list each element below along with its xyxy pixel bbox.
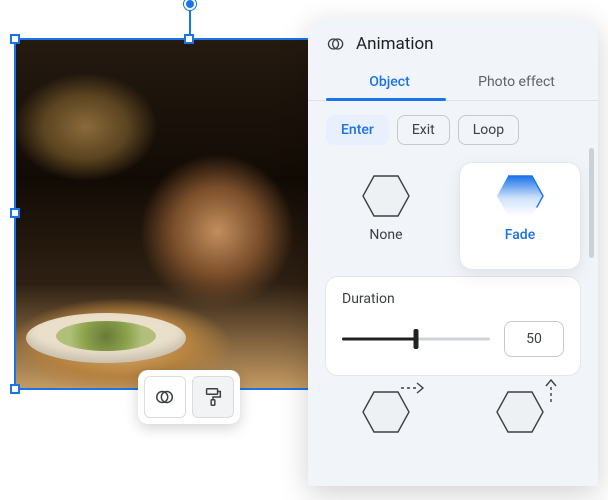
animation-icon bbox=[326, 34, 346, 54]
phase-enter[interactable]: Enter bbox=[326, 115, 389, 145]
preset-slide-in[interactable] bbox=[326, 391, 446, 433]
preset-fade[interactable]: Fade bbox=[460, 163, 580, 269]
animation-phase-pills: Enter Exit Loop bbox=[308, 101, 598, 159]
animation-icon bbox=[154, 386, 176, 408]
duration-input[interactable] bbox=[504, 321, 564, 357]
plate-illustration bbox=[26, 313, 186, 363]
hexagon-icon bbox=[496, 391, 544, 433]
resize-handle-bottom-left[interactable] bbox=[10, 384, 20, 394]
quick-actions-toolbar bbox=[138, 370, 240, 424]
arrow-right-dashed-icon bbox=[400, 381, 426, 395]
duration-label: Duration bbox=[342, 291, 564, 307]
animation-presets-row: None Fade bbox=[308, 159, 598, 269]
resize-handle-top-left[interactable] bbox=[10, 34, 20, 44]
selected-callout-icon bbox=[512, 251, 528, 259]
tab-photo-effect[interactable]: Photo effect bbox=[453, 64, 580, 100]
phase-exit[interactable]: Exit bbox=[397, 115, 450, 145]
preset-label: Fade bbox=[505, 227, 535, 243]
hexagon-fade-icon bbox=[496, 175, 544, 217]
hexagon-icon bbox=[362, 391, 410, 433]
hexagon-icon bbox=[362, 175, 410, 217]
panel-tabs: Object Photo effect bbox=[308, 64, 598, 101]
slider-thumb[interactable] bbox=[414, 329, 419, 349]
panel-scrollbar[interactable] bbox=[589, 148, 594, 258]
preset-label: None bbox=[369, 227, 402, 243]
animation-panel: Animation Object Photo effect Enter Exit… bbox=[308, 18, 598, 486]
resize-handle-mid-top[interactable] bbox=[184, 34, 194, 44]
arrow-up-dashed-icon bbox=[544, 377, 558, 403]
duration-card: Duration bbox=[326, 277, 580, 375]
resize-handle-mid-left[interactable] bbox=[10, 208, 20, 218]
tab-object[interactable]: Object bbox=[326, 64, 453, 100]
phase-loop[interactable]: Loop bbox=[458, 115, 519, 145]
duration-slider[interactable] bbox=[342, 329, 490, 349]
format-paint-button[interactable] bbox=[192, 376, 234, 418]
more-presets-row bbox=[308, 375, 598, 433]
preset-none[interactable]: None bbox=[326, 163, 446, 269]
rotation-handle[interactable] bbox=[184, 0, 196, 10]
paint-roller-icon bbox=[202, 386, 224, 408]
active-tab-indicator bbox=[326, 98, 446, 101]
slider-fill bbox=[342, 338, 416, 341]
preset-rise[interactable] bbox=[460, 391, 580, 433]
panel-title: Animation bbox=[356, 34, 434, 54]
rotation-stem bbox=[189, 6, 191, 34]
animation-button[interactable] bbox=[144, 376, 186, 418]
panel-header: Animation bbox=[308, 34, 598, 64]
